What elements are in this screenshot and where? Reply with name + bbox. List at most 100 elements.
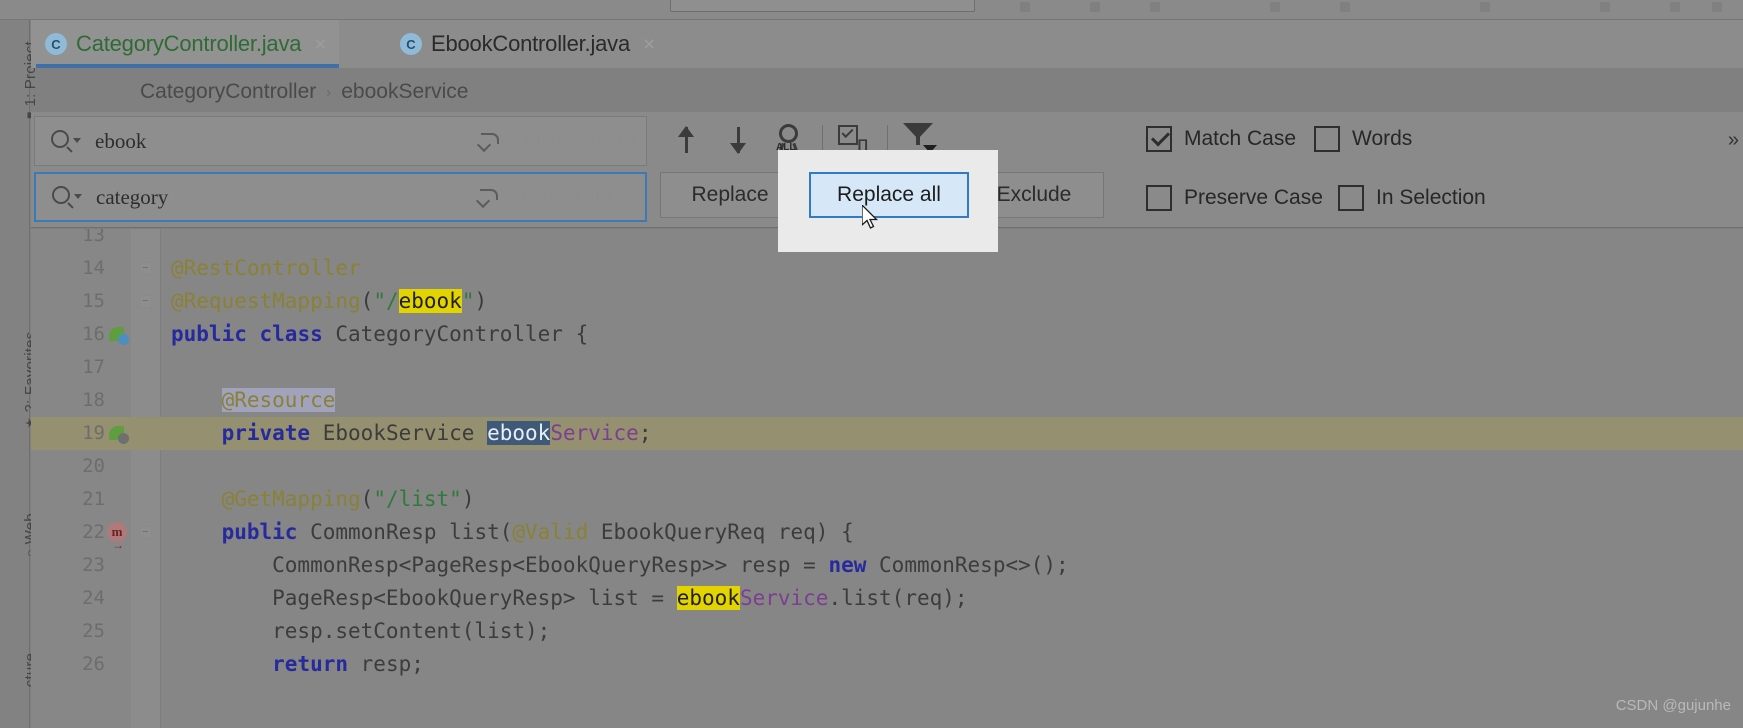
fold-row bbox=[131, 351, 161, 384]
gutter-row[interactable]: 22 m bbox=[31, 516, 131, 555]
gutter-row[interactable]: 14 bbox=[31, 252, 131, 285]
gutter-row[interactable]: 16 bbox=[31, 318, 131, 351]
main-toolbar-strip bbox=[0, 0, 1743, 20]
toolbar-icon[interactable] bbox=[1670, 2, 1680, 12]
code-line[interactable]: CommonResp<PageResp<EbookQueryResp>> res… bbox=[161, 549, 1743, 582]
close-icon[interactable]: × bbox=[643, 34, 655, 55]
search-icon[interactable] bbox=[51, 128, 81, 154]
run-config-selector[interactable] bbox=[670, 0, 975, 12]
find-next-icon[interactable] bbox=[712, 117, 764, 163]
code-token: Service bbox=[739, 586, 829, 610]
find-previous-icon[interactable] bbox=[660, 117, 712, 163]
search-icon[interactable] bbox=[52, 184, 82, 210]
breadcrumb-item-class[interactable]: CategoryController bbox=[140, 80, 316, 104]
option-in-selection[interactable]: In Selection bbox=[1338, 185, 1486, 211]
gutter-row[interactable]: 24 bbox=[31, 582, 131, 615]
code-token: EbookService bbox=[310, 421, 488, 445]
code-line[interactable] bbox=[161, 351, 1743, 384]
code-token: @RestController bbox=[171, 256, 361, 280]
option-preserve-case[interactable]: Preserve Case bbox=[1146, 185, 1323, 211]
gutter-row[interactable]: 20 bbox=[31, 450, 131, 483]
code-line[interactable]: return resp; bbox=[161, 648, 1743, 681]
code-fold-icon[interactable]: − bbox=[139, 295, 152, 308]
editor-fold-column[interactable]: − − − bbox=[131, 229, 161, 728]
gutter-row[interactable]: 23 bbox=[31, 549, 131, 582]
tool-window-stripe-left: ■ 1: Project ★ 2: Favorites ○ Web cture bbox=[0, 20, 39, 728]
close-icon[interactable]: × bbox=[314, 34, 326, 55]
toolbar-icon[interactable] bbox=[1020, 2, 1030, 12]
fold-row bbox=[131, 318, 161, 351]
watermark: CSDN @gujunhe bbox=[1615, 697, 1731, 714]
new-line-icon[interactable] bbox=[476, 186, 500, 208]
code-line[interactable]: @Resource bbox=[161, 384, 1743, 417]
search-input[interactable]: ebook bbox=[95, 129, 146, 154]
gutter-row[interactable]: 19 bbox=[31, 417, 131, 450]
gutter-row[interactable]: 18 bbox=[31, 384, 131, 417]
toolbar-icon[interactable] bbox=[1480, 2, 1490, 12]
code-line[interactable]: private EbookService ebookService; bbox=[161, 417, 1743, 450]
code-line[interactable]: @RequestMapping("/ebook") bbox=[161, 285, 1743, 318]
gutter-row[interactable]: 13 bbox=[31, 229, 131, 252]
toolbar-icon[interactable] bbox=[1340, 2, 1350, 12]
code-line[interactable]: public CommonResp list(@Valid EbookQuery… bbox=[161, 516, 1743, 549]
breadcrumb-item-field[interactable]: ebookService bbox=[341, 80, 468, 104]
code-line[interactable]: @RestController bbox=[161, 252, 1743, 285]
gutter-row[interactable]: 21 bbox=[31, 483, 131, 516]
code-editor[interactable]: 13 14 15 16 17 18 19 20 21 22m23 24 25 26 − − − @RestC… bbox=[31, 229, 1743, 728]
option-match-case[interactable]: Match Case bbox=[1146, 126, 1296, 152]
gutter-row[interactable]: 25 bbox=[31, 615, 131, 648]
code-token: public bbox=[171, 322, 247, 346]
fold-row bbox=[131, 384, 161, 417]
code-token: ) bbox=[461, 487, 475, 511]
implemented-method-icon[interactable]: m bbox=[107, 522, 127, 555]
editor-code-area[interactable]: @RestController @RequestMapping("/ebook")… bbox=[161, 229, 1743, 728]
code-line[interactable]: resp.setContent(list); bbox=[161, 615, 1743, 648]
spring-bean-icon[interactable] bbox=[109, 424, 129, 444]
code-token: ebook bbox=[487, 421, 551, 445]
editor-gutter[interactable]: 13 14 15 16 17 18 19 20 21 22m23 24 25 26 bbox=[31, 229, 131, 728]
code-token: CommonResp<PageResp<EbookQueryResp>> res… bbox=[171, 553, 829, 577]
replace-field[interactable]: category close-icon bbox=[34, 172, 647, 222]
checkbox-in-selection[interactable] bbox=[1338, 185, 1364, 211]
find-options: Match Case Words Preserve Case In Select… bbox=[1140, 112, 1740, 228]
replace-all-button[interactable]: Replace all bbox=[809, 172, 969, 218]
checkbox-words[interactable] bbox=[1314, 126, 1340, 152]
close-icon[interactable]: close-icon bbox=[523, 128, 636, 154]
code-token: new bbox=[828, 553, 867, 577]
toolbar-icon[interactable] bbox=[1090, 2, 1100, 12]
code-line[interactable]: @GetMapping("/list") bbox=[161, 483, 1743, 516]
code-line[interactable] bbox=[161, 450, 1743, 483]
code-fold-icon[interactable]: − bbox=[139, 526, 152, 539]
fold-row bbox=[131, 483, 161, 516]
spring-bean-icon[interactable] bbox=[109, 325, 129, 345]
editor-tab-ebook-controller[interactable]: C EbookController.java × bbox=[386, 20, 667, 68]
code-fold-icon[interactable]: − bbox=[139, 262, 152, 275]
toolbar-icon[interactable] bbox=[1150, 2, 1160, 12]
close-icon[interactable]: close-icon bbox=[522, 184, 635, 210]
code-token: ( bbox=[360, 487, 374, 511]
replace-input[interactable]: category bbox=[96, 185, 168, 210]
more-options-icon[interactable]: » bbox=[1728, 129, 1739, 152]
fold-row bbox=[131, 615, 161, 648]
gutter-row[interactable]: 26 bbox=[31, 648, 131, 681]
code-token: ; bbox=[638, 421, 652, 445]
gutter-row[interactable]: 17 bbox=[31, 351, 131, 384]
gutter-row[interactable]: 15 bbox=[31, 285, 131, 318]
toolbar-icon[interactable] bbox=[1712, 2, 1722, 12]
editor-tab-category-controller[interactable]: C CategoryController.java × bbox=[31, 20, 339, 68]
checkbox-preserve-case[interactable] bbox=[1146, 185, 1172, 211]
toolbar-icon[interactable] bbox=[1600, 2, 1610, 12]
fold-row: − bbox=[131, 285, 161, 318]
code-line[interactable]: PageResp<EbookQueryResp> list = ebookSer… bbox=[161, 582, 1743, 615]
line-number: 26 bbox=[82, 653, 105, 675]
checkbox-match-case[interactable] bbox=[1146, 126, 1172, 152]
search-field[interactable]: ebook close-icon bbox=[34, 116, 647, 166]
code-token: resp.setContent(list); bbox=[171, 619, 551, 643]
new-line-icon[interactable] bbox=[477, 130, 501, 152]
code-token: " bbox=[461, 289, 475, 313]
option-words[interactable]: Words bbox=[1314, 126, 1412, 152]
code-line[interactable]: public class CategoryController { bbox=[161, 318, 1743, 351]
toolbar-icon[interactable] bbox=[1270, 2, 1280, 12]
